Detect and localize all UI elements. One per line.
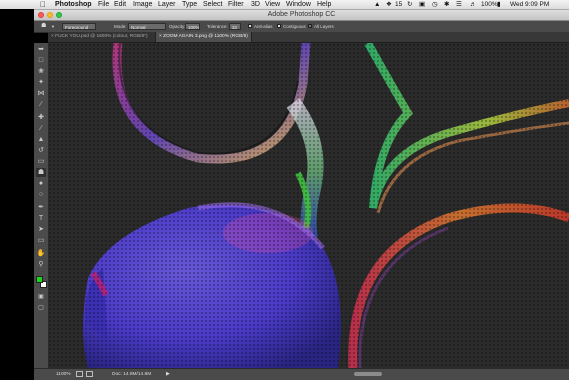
status-menu-arrow-icon[interactable]: ▶	[166, 369, 170, 380]
fill-source-select[interactable]: Foreground	[62, 23, 96, 30]
pen-icon[interactable]: ✒	[36, 203, 46, 212]
desktop-edge	[0, 9, 34, 379]
path-select-icon[interactable]: ➤	[36, 225, 46, 234]
brush-icon[interactable]: ∕	[36, 124, 46, 133]
app-menu[interactable]: Photoshop	[55, 0, 92, 9]
clone-stamp-icon[interactable]: ▲	[36, 135, 46, 144]
apple-menu-icon[interactable]: 	[40, 0, 46, 9]
sync-icon[interactable]: ↻	[407, 0, 412, 9]
menu-extra-icon-2[interactable]: ❖	[386, 0, 392, 9]
mode-select[interactable]: Normal	[128, 23, 166, 30]
paint-bucket-tool-icon[interactable]: ☗	[41, 21, 46, 32]
all-layers-label: All Layers	[314, 24, 334, 29]
screen-mode-icon[interactable]: ▢	[36, 304, 46, 313]
window-title-bar: Adobe Photoshop CC	[34, 10, 569, 21]
tab-label: ZOOM AGAIN 3.png @ 1100% (RGB/8)	[163, 34, 248, 39]
anti-alias-label: Anti-alias	[254, 24, 273, 29]
spot-heal-icon[interactable]: ✚	[36, 113, 46, 122]
shape-icon[interactable]: ▭	[36, 236, 46, 245]
battery-percent[interactable]: 100%	[481, 0, 498, 9]
menu-3d[interactable]: 3D	[251, 0, 260, 9]
eraser-icon[interactable]: ▭	[36, 157, 46, 166]
time-machine-icon[interactable]: ◷	[432, 0, 438, 9]
lasso-icon[interactable]: ❀	[36, 67, 46, 76]
tools-panel: ➥ □ ❀ ✦ ⋈ ∕ ✚ ∕ ▲ ↺ ▭ ☗ ● ○ ✒ T ➤ ▭ ✋ ⚲ …	[34, 43, 49, 368]
quick-mask-icon[interactable]: ▣	[36, 293, 46, 302]
menu-image[interactable]: Image	[133, 0, 152, 9]
document-info-icon[interactable]	[76, 371, 83, 377]
menu-view[interactable]: View	[265, 0, 280, 9]
window-title: Adobe Photoshop CC	[267, 11, 336, 18]
image-artwork	[48, 43, 569, 368]
menu-select[interactable]: Select	[203, 0, 222, 9]
mode-label: Mode:	[114, 24, 127, 29]
marquee-icon[interactable]: □	[36, 56, 46, 65]
tolerance-label: Tolerance:	[207, 24, 228, 29]
all-layers-checkbox[interactable]	[308, 24, 312, 28]
tab-document-1[interactable]: × FUCK YOU.psd @ 1600% (colour, RGB/8*)	[48, 32, 156, 42]
dodge-icon[interactable]: ○	[36, 190, 46, 199]
quick-select-icon[interactable]: ✦	[36, 78, 46, 87]
history-brush-icon[interactable]: ↺	[36, 146, 46, 155]
menu-type[interactable]: Type	[182, 0, 197, 9]
contiguous-checkbox[interactable]	[277, 24, 281, 28]
tolerance-input[interactable]: 32	[229, 23, 241, 30]
menu-extra-icon[interactable]: ▲	[374, 0, 380, 9]
menu-filter[interactable]: Filter	[228, 0, 244, 9]
menu-window[interactable]: Window	[286, 0, 311, 9]
status-bar: 1100% Doc: 14.8M/14.8M ▶	[34, 368, 569, 380]
tab-document-2[interactable]: × ZOOM AGAIN 3.png @ 1100% (RGB/8)	[156, 32, 252, 42]
document-tabs: × FUCK YOU.psd @ 1600% (colour, RGB/8*) …	[48, 32, 569, 43]
menu-file[interactable]: File	[98, 0, 109, 9]
hand-icon[interactable]: ✋	[36, 249, 46, 258]
zoom-level[interactable]: 1100%	[56, 369, 71, 380]
eyedropper-icon[interactable]: ∕	[36, 100, 46, 109]
menu-bar:  Photoshop File Edit Image Layer Type S…	[0, 0, 569, 10]
document-canvas[interactable]	[48, 43, 569, 368]
opacity-label: Opacity:	[169, 24, 186, 29]
contiguous-label: Contiguous	[283, 24, 306, 29]
paint-bucket-icon[interactable]: ☗	[36, 168, 46, 177]
blur-icon[interactable]: ●	[36, 179, 46, 188]
clock[interactable]: Wed 9:09 PM	[510, 0, 549, 9]
work-area-icon[interactable]	[86, 371, 93, 377]
battery-icon[interactable]: ▮	[497, 0, 501, 9]
menu-help[interactable]: Help	[317, 0, 331, 9]
anti-alias-checkbox[interactable]	[248, 24, 252, 28]
crop-icon[interactable]: ⋈	[36, 89, 46, 98]
document-size: Doc: 14.8M/14.8M	[112, 372, 152, 377]
opacity-input[interactable]: 100%	[185, 23, 200, 30]
volume-icon[interactable]: ♬	[470, 0, 477, 9]
horizontal-scrollbar[interactable]	[354, 372, 382, 376]
type-icon[interactable]: T	[36, 214, 46, 223]
foreground-color-swatch[interactable]	[36, 276, 43, 283]
display-icon[interactable]: ▣	[419, 0, 425, 9]
tool-preset-chevron-icon[interactable]: ▼	[51, 21, 55, 32]
menu-layer[interactable]: Layer	[158, 0, 176, 9]
notification-badge[interactable]: 15	[395, 0, 402, 9]
move-icon[interactable]: ➥	[36, 45, 46, 54]
zoom-icon[interactable]: ⚲	[36, 260, 46, 269]
tab-label: FUCK YOU.psd @ 1600% (colour, RGB/8*)	[55, 34, 148, 39]
wifi-icon[interactable]: ☰	[456, 0, 462, 9]
menu-edit[interactable]: Edit	[114, 0, 126, 9]
bluetooth-icon[interactable]: ✱	[444, 0, 449, 9]
